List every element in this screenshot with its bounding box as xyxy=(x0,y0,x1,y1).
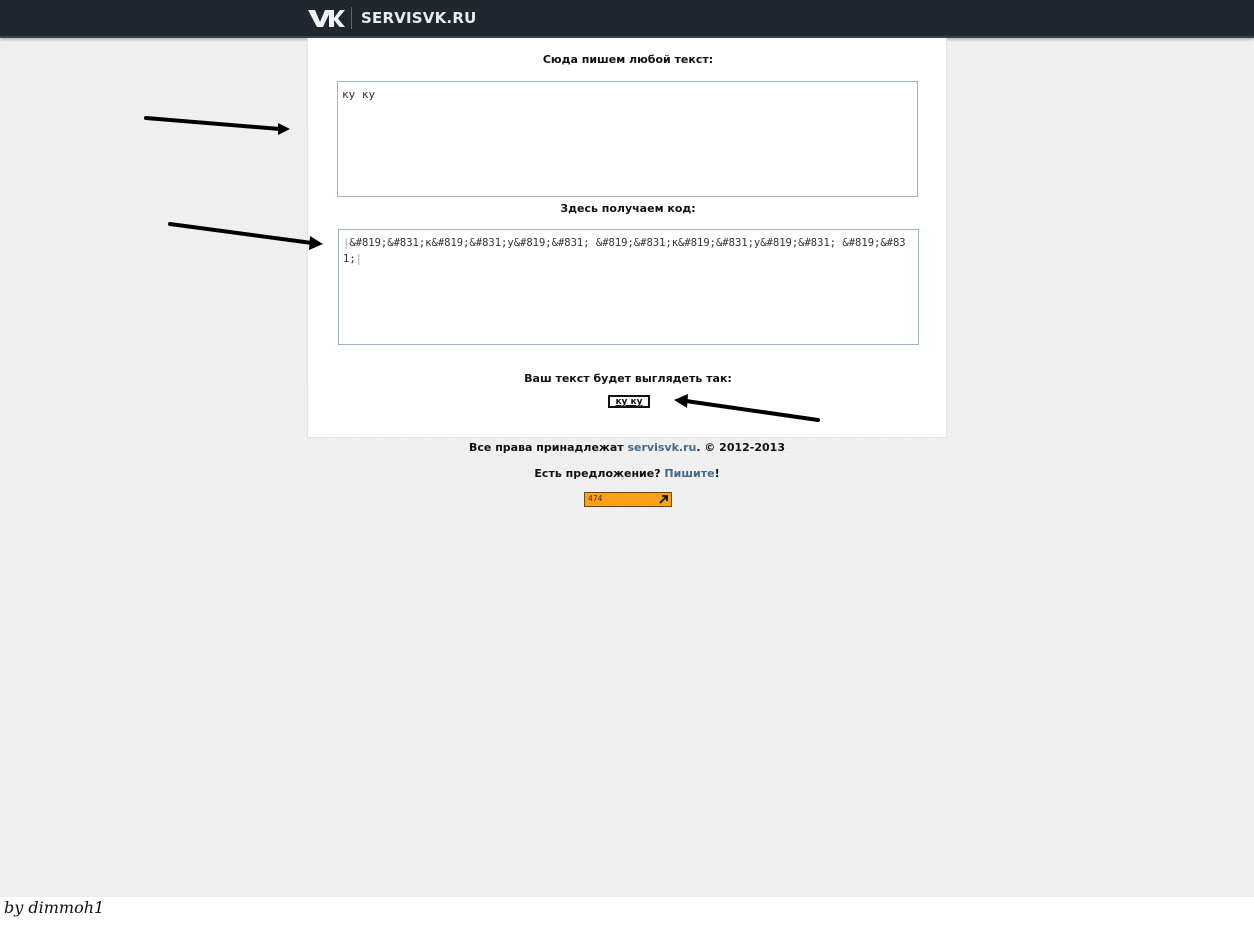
preview-label: Ваш текст будет выглядеть так: xyxy=(524,372,732,385)
bottom-strip xyxy=(0,897,1254,927)
main-panel: Сюда пишем любой текст: ку ку Здесь полу… xyxy=(307,38,947,438)
counter-value: 474 xyxy=(588,494,603,503)
copyright-suffix: . © 2012-2013 xyxy=(696,441,785,454)
servisvk-link[interactable]: servisvk.ru xyxy=(628,441,697,454)
output-label: Здесь получаем код: xyxy=(560,202,696,215)
input-textarea[interactable]: ку ку xyxy=(337,81,918,197)
copyright-prefix: Все права принадлежат xyxy=(469,441,628,454)
write-link[interactable]: Пишите xyxy=(664,467,714,480)
output-textarea[interactable]: |&#819;&#831;к&#819;&#831;у&#819;&#831; … xyxy=(338,229,919,345)
logo-separator xyxy=(351,7,352,29)
copyright-line: Все права принадлежат servisvk.ru. © 201… xyxy=(0,441,1254,454)
suggestion-suffix: ! xyxy=(714,467,720,480)
input-text: ку ку xyxy=(342,88,376,101)
input-label: Сюда пишем любой текст: xyxy=(542,53,714,66)
suggestion-line: Есть предложение? Пишите! xyxy=(0,467,1254,480)
visitor-counter[interactable]: 474 xyxy=(584,492,672,507)
suggestion-prefix: Есть предложение? xyxy=(534,467,665,480)
preview-output: ку ку xyxy=(608,395,650,408)
site-logo[interactable]: SERVISVK.RU xyxy=(307,6,476,30)
vk-icon xyxy=(308,10,345,27)
signature: by dimmoh1 xyxy=(4,898,105,917)
arrow-up-right-icon xyxy=(659,495,668,504)
top-bar: SERVISVK.RU xyxy=(0,0,1254,38)
output-code: &#819;&#831;к&#819;&#831;у&#819;&#831; &… xyxy=(343,237,906,265)
logo-text: SERVISVK.RU xyxy=(361,9,477,27)
text-cursor-end: | xyxy=(355,253,362,265)
